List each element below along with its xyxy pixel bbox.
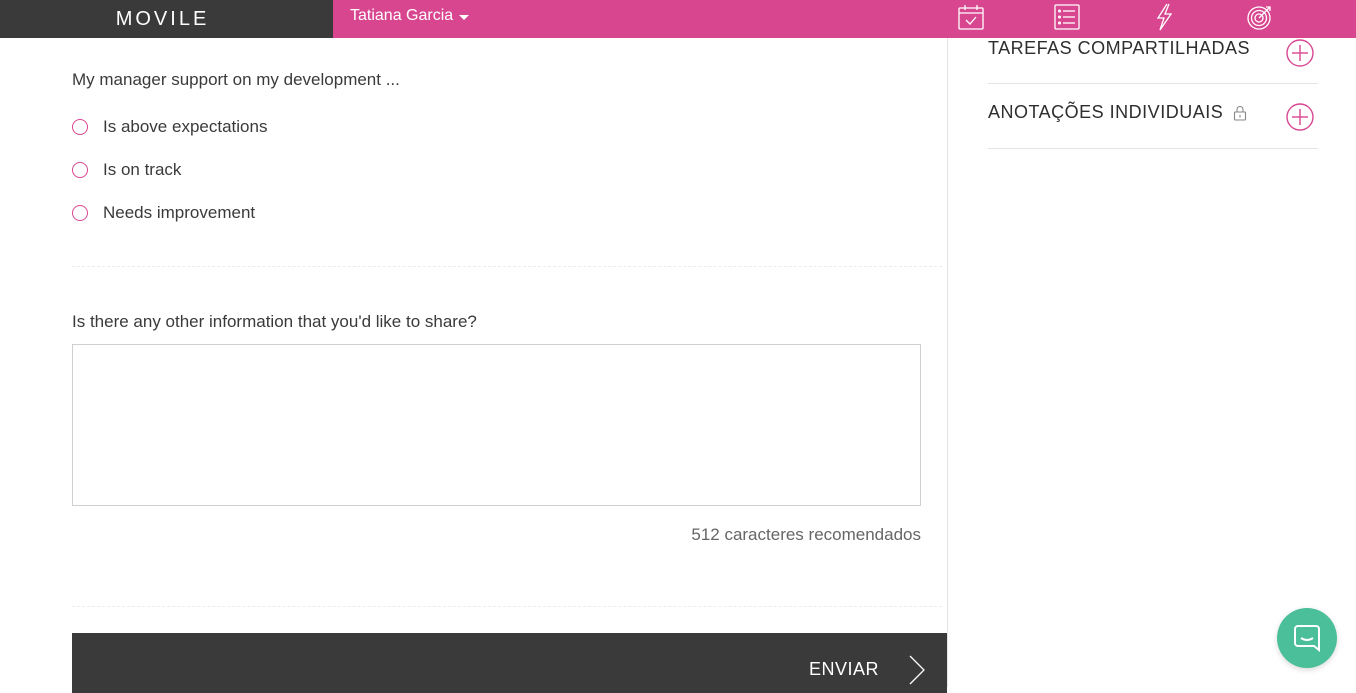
sidebar: TAREFAS COMPARTILHADAS ANOTAÇÕES INDIVID… (988, 38, 1318, 149)
char-count-hint: 512 caracteres recomendados (691, 525, 921, 544)
user-name: Tatiana Garcia (350, 7, 454, 24)
section-title: ANOTAÇÕES INDIVIDUAIS (988, 102, 1224, 122)
add-circle-icon[interactable] (1286, 39, 1314, 67)
survey-form: My manager support on my development ...… (72, 38, 947, 693)
brand-logo[interactable]: MOVILE (0, 0, 333, 38)
option-label: Needs improvement (103, 203, 256, 222)
option-above-expectations[interactable]: Is above expectations (72, 117, 267, 137)
radio-button[interactable] (72, 205, 88, 221)
chevron-right-icon (909, 655, 925, 685)
section-divider (72, 606, 942, 607)
add-circle-icon[interactable] (1286, 103, 1314, 131)
option-label: Is on track (103, 160, 182, 179)
submit-label: ENVIAR (808, 659, 879, 679)
lock-icon (1234, 105, 1247, 121)
radio-button[interactable] (72, 119, 88, 135)
chat-launcher-button[interactable] (1277, 608, 1337, 668)
section-individual-notes[interactable]: ANOTAÇÕES INDIVIDUAIS (988, 84, 1318, 149)
question-manager-support: My manager support on my development ... (72, 70, 400, 89)
section-divider (72, 266, 942, 267)
nav-bar: Tatiana Garcia (333, 0, 1356, 38)
calendar-check-icon[interactable] (957, 3, 985, 31)
option-label: Is above expectations (103, 117, 268, 136)
submit-button[interactable]: ENVIAR (72, 633, 947, 693)
section-shared-tasks[interactable]: TAREFAS COMPARTILHADAS (988, 38, 1318, 84)
chevron-down-icon (459, 14, 470, 20)
section-title: TAREFAS COMPARTILHADAS (988, 38, 1251, 58)
chat-icon (1294, 625, 1320, 653)
question-other-info: Is there any other information that you'… (72, 312, 477, 331)
option-on-track[interactable]: Is on track (72, 160, 181, 180)
option-needs-improvement[interactable]: Needs improvement (72, 203, 255, 223)
radio-button[interactable] (72, 162, 88, 178)
checklist-icon[interactable] (1053, 3, 1081, 31)
other-info-textarea[interactable] (72, 344, 921, 506)
target-icon[interactable] (1246, 3, 1274, 31)
user-menu[interactable]: Tatiana Garcia (350, 7, 470, 25)
vertical-divider (947, 38, 948, 687)
lightning-icon[interactable] (1150, 3, 1178, 31)
top-bar: MOVILE Tatiana Garcia (0, 0, 1356, 38)
